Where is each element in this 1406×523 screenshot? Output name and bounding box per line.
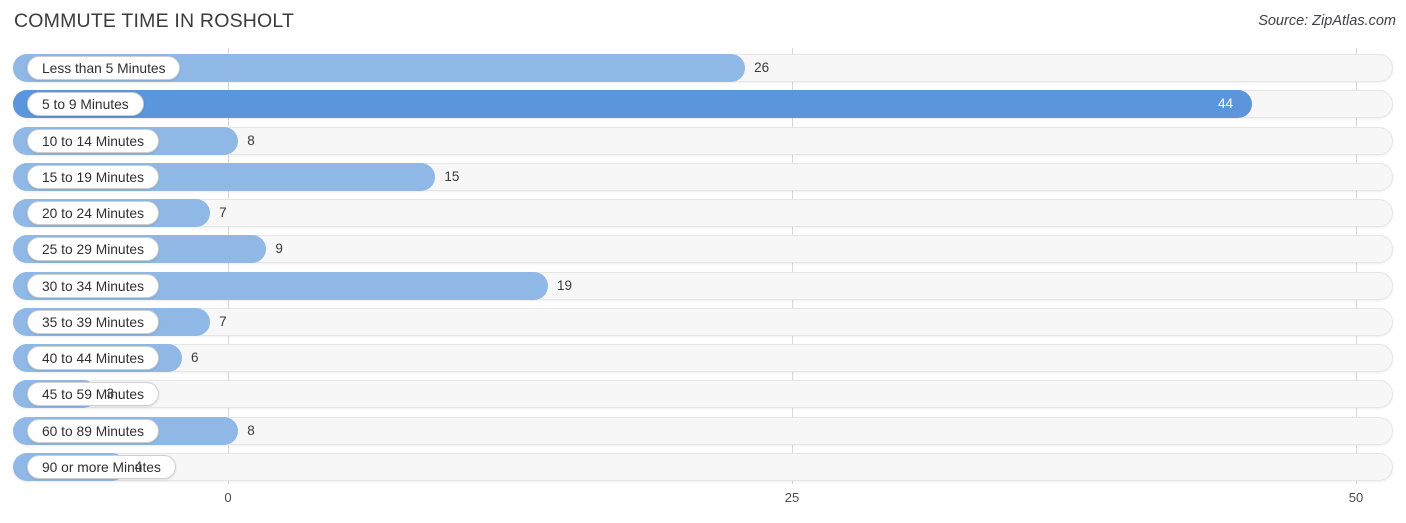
bar-track	[13, 452, 1393, 481]
bar-value-label: 15	[444, 168, 460, 184]
bar-track	[13, 344, 1393, 372]
bar-category-label: Less than 5 Minutes	[27, 56, 181, 80]
bar-category-label: 60 to 89 Minutes	[27, 418, 160, 443]
bar-value-label: 26	[754, 60, 770, 75]
bar-category-label: 20 to 24 Minutes	[27, 201, 160, 225]
chart-header: COMMUTE TIME IN ROSHOLT Source: ZipAtlas…	[0, 0, 1406, 44]
x-tick-label: 25	[784, 490, 800, 505]
bar-value-label: 8	[247, 422, 255, 438]
bar-row[interactable]: Less than 5 Minutes 26	[13, 54, 1393, 82]
bar-category-label: 25 to 29 Minutes	[27, 237, 160, 262]
bar-row[interactable]: 90 or more Minutes 4	[13, 452, 1393, 481]
bar-category-label: 35 to 39 Minutes	[27, 309, 160, 334]
bar-value-label: 8	[247, 132, 255, 148]
bar-row[interactable]: 35 to 39 Minutes 7	[13, 307, 1393, 336]
bar-category-label: 40 to 44 Minutes	[27, 346, 160, 370]
bar-row[interactable]: 10 to 14 Minutes 8	[13, 126, 1393, 155]
bar-track	[13, 380, 1393, 409]
bar-category-label: 15 to 19 Minutes	[27, 164, 160, 189]
bar-value-label: 4	[134, 458, 143, 474]
bar-row[interactable]: 5 to 9 Minutes 44	[13, 90, 1393, 119]
source-attribution: Source: ZipAtlas.com	[1258, 13, 1396, 29]
bar-row[interactable]: 30 to 34 Minutes 19	[13, 271, 1393, 300]
bar-category-label: 45 to 59 Minutes	[27, 382, 160, 407]
bar-category-label: 10 to 14 Minutes	[27, 128, 160, 153]
bar-category-label: 90 or more Minutes	[27, 454, 176, 479]
chart-plot-area: Less than 5 Minutes 26 5 to 9 Minutes 44 10 …	[0, 44, 1406, 484]
bar-value-label: 7	[219, 313, 227, 329]
bar-value-label: 44	[1218, 96, 1234, 112]
bar-value-label: 9	[275, 241, 283, 257]
bar-category-label: 30 to 34 Minutes	[27, 273, 160, 298]
bar-value-label: 6	[190, 350, 199, 365]
x-tick-label: 50	[1348, 490, 1364, 505]
bar-row[interactable]: 40 to 44 Minutes 6	[13, 344, 1393, 372]
x-axis: 0 25 50	[0, 484, 1406, 523]
bar-row[interactable]: 15 to 19 Minutes 15	[13, 162, 1393, 191]
x-tick-label: 0	[224, 490, 232, 505]
bar-row[interactable]: 25 to 29 Minutes 9	[13, 235, 1393, 264]
bar-value-label: 19	[557, 277, 573, 293]
bar-rows: Less than 5 Minutes 26 5 to 9 Minutes 44 10 …	[0, 44, 1406, 484]
bar-row[interactable]: 20 to 24 Minutes 7	[13, 199, 1393, 227]
bar[interactable]	[13, 90, 1252, 119]
bar-category-label: 5 to 9 Minutes	[27, 92, 144, 117]
bar-row[interactable]: 45 to 59 Minutes 3	[13, 380, 1393, 409]
bar-value-label: 7	[219, 205, 227, 220]
bar-row[interactable]: 60 to 89 Minutes 8	[13, 416, 1393, 445]
bar-value-label: 3	[106, 386, 114, 402]
page-title: COMMUTE TIME IN ROSHOLT	[14, 10, 295, 32]
